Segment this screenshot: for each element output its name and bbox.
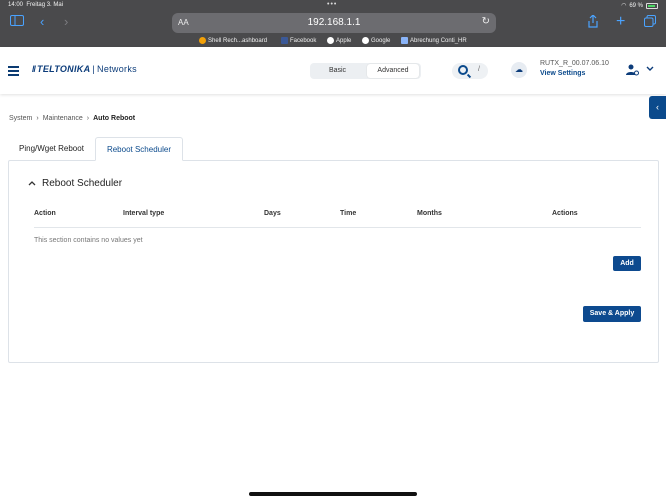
chevron-right-icon: › (36, 115, 39, 122)
battery-percent: 69 % (629, 2, 643, 9)
reload-icon[interactable]: ↻ (482, 16, 490, 27)
status-time: 14:00 (8, 2, 24, 8)
search-icon (458, 65, 468, 75)
chevron-down-icon[interactable] (646, 65, 654, 74)
reboot-scheduler-panel: Reboot Scheduler Action Interval type Da… (8, 160, 659, 363)
menu-icon[interactable] (8, 66, 19, 78)
bookmark-item[interactable]: Abrechung Conti_HR (401, 37, 467, 44)
address-bar[interactable]: AA 192.168.1.1 ↻ (172, 13, 496, 33)
url-text[interactable]: 192.168.1.1 (172, 17, 496, 28)
table-header: Action Interval type Days Time Months Ac… (34, 210, 641, 228)
bookmark-label: Google (371, 37, 391, 44)
app-header: // TELTONIKA | Networks Basic Advanced /… (0, 47, 666, 94)
tab-bar: Ping/Wget Reboot Reboot Scheduler (8, 137, 183, 161)
breadcrumb-maintenance[interactable]: Maintenance (43, 115, 83, 122)
google-icon (362, 37, 369, 44)
save-apply-button[interactable]: Save & Apply (583, 306, 641, 322)
logo-mark-icon: // (32, 64, 36, 74)
add-button[interactable]: Add (613, 256, 641, 271)
safari-toolbar: ‹ › AA 192.168.1.1 ↻ + (0, 12, 666, 34)
bookmark-item[interactable]: Google (362, 37, 390, 44)
search-shortcut: / (478, 66, 480, 73)
bookmark-item[interactable]: Apple (327, 37, 351, 44)
status-date: Freitag 3. Mai (26, 2, 64, 8)
user-settings-icon[interactable] (626, 64, 639, 79)
bookmark-label: Abrechung Conti_HR (410, 37, 467, 44)
search-button[interactable]: / (452, 63, 488, 79)
logo-brand: TELTONIKA (37, 64, 91, 74)
tabs-overview-icon[interactable] (644, 15, 656, 30)
view-settings-link[interactable]: View Settings (540, 70, 609, 77)
apple-icon (327, 37, 334, 44)
column-months: Months (417, 210, 442, 217)
column-interval-type: Interval type (123, 210, 165, 217)
column-days: Days (264, 210, 281, 217)
empty-table-message: This section contains no values yet (34, 237, 143, 244)
bookmark-doc-icon (401, 37, 408, 44)
tab-reboot-scheduler[interactable]: Reboot Scheduler (94, 137, 183, 161)
mode-advanced-button[interactable]: Advanced (367, 64, 419, 78)
chevron-up-icon[interactable] (28, 179, 36, 188)
bookmark-label: Apple (336, 37, 352, 44)
bookmark-item[interactable]: Facebook (281, 37, 316, 44)
back-icon[interactable]: ‹ (40, 15, 44, 29)
bookmark-label: Shell Rech...ashboard (208, 37, 268, 44)
wifi-icon: ◠ (621, 3, 627, 9)
chevron-left-icon[interactable]: ‹ (649, 96, 666, 119)
bookmark-item[interactable]: Shell Rech...ashboard (199, 37, 267, 44)
logo-suffix: Networks (97, 64, 137, 74)
breadcrumb-current: Auto Reboot (93, 115, 136, 122)
logo-divider: | (92, 64, 96, 74)
status-time-date: 14:00 Freitag 3. Mai (8, 2, 63, 8)
column-action: Action (34, 210, 56, 217)
bookmark-shell-icon (199, 37, 206, 44)
bookmark-label: Facebook (290, 37, 317, 44)
breadcrumb-system[interactable]: System (9, 115, 32, 122)
breadcrumb: System › Maintenance › Auto Reboot (9, 115, 135, 122)
section-title: Reboot Scheduler (42, 178, 123, 189)
share-icon[interactable] (588, 14, 598, 31)
section-header[interactable]: Reboot Scheduler (28, 178, 122, 189)
forward-icon[interactable]: › (64, 15, 68, 29)
column-time: Time (340, 210, 357, 217)
column-actions: Actions (552, 210, 578, 217)
sidebar-icon[interactable] (10, 15, 24, 29)
favorites-bar: Shell Rech...ashboard Facebook Apple Goo… (0, 35, 666, 47)
new-tab-icon[interactable]: + (616, 14, 625, 30)
firmware-version: RUTX_R_00.07.06.10 (540, 60, 609, 67)
chevron-right-icon: › (86, 115, 90, 122)
status-bar: 14:00 Freitag 3. Mai ••• ◠ 69 % (0, 0, 666, 10)
multitask-dots-icon[interactable]: ••• (327, 1, 337, 8)
battery-icon (646, 2, 658, 9)
status-right: ◠ 69 % (621, 2, 658, 9)
mode-basic-button[interactable]: Basic (310, 63, 365, 79)
cloud-upload-icon[interactable]: ☁ (511, 62, 527, 78)
mode-toggle: Basic Advanced (310, 63, 421, 79)
teltonika-logo[interactable]: // TELTONIKA | Networks (32, 64, 137, 74)
firmware-info: RUTX_R_00.07.06.10 View Settings (540, 60, 609, 77)
facebook-icon (281, 37, 288, 44)
browser-chrome: 14:00 Freitag 3. Mai ••• ◠ 69 % ‹ › AA 1… (0, 0, 666, 47)
tab-ping-wget-reboot[interactable]: Ping/Wget Reboot (8, 137, 95, 161)
home-indicator[interactable] (249, 492, 417, 496)
